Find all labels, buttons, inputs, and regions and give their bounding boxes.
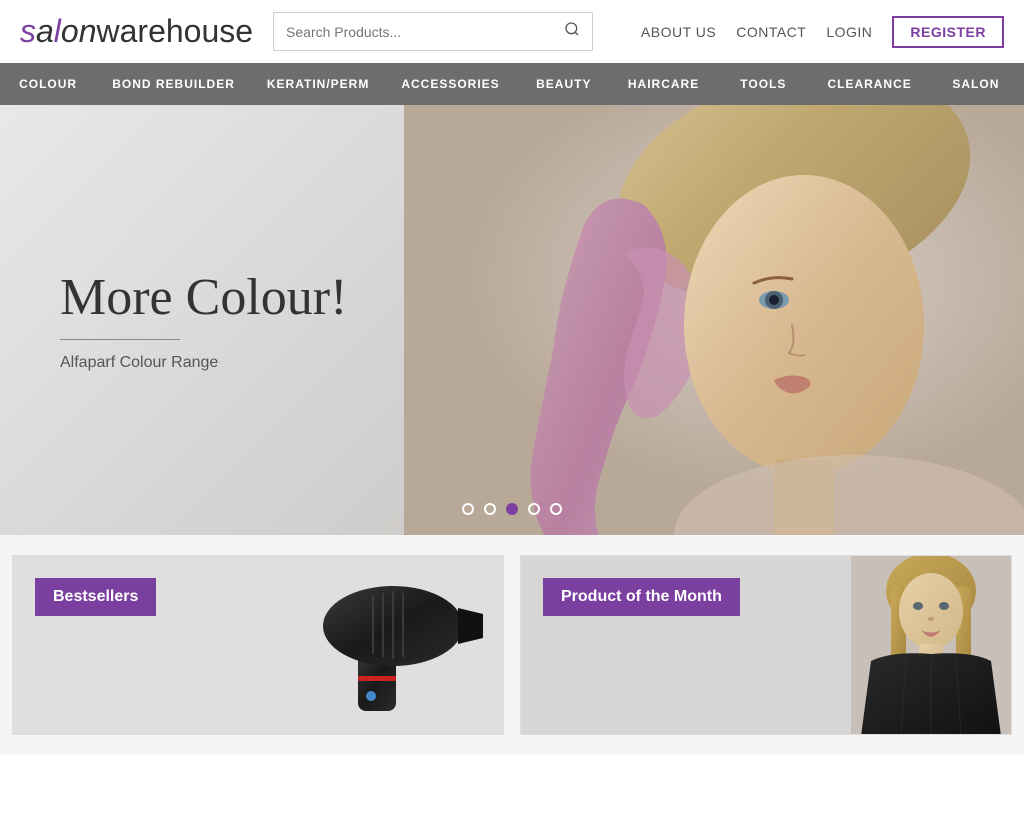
product-month-illustration	[851, 556, 1011, 735]
hero-illustration	[404, 105, 1024, 535]
search-icon	[564, 21, 580, 37]
nav-item-tools[interactable]: TOOLS	[715, 63, 811, 105]
dryer-illustration	[283, 566, 443, 706]
hero-subtitle: Alfaparf Colour Range	[60, 354, 347, 372]
logo-salon-text: salon	[20, 13, 97, 50]
search-input[interactable]	[274, 16, 552, 48]
nav-item-clearance[interactable]: CLEARANCE	[811, 63, 927, 105]
about-us-link[interactable]: ABOUT US	[641, 24, 716, 40]
nav-item-keratin-perm[interactable]: KERATIN/PERM	[251, 63, 385, 105]
register-button[interactable]: REGISTER	[892, 16, 1004, 48]
hero-background-image	[404, 105, 1024, 535]
woman-cape-svg	[851, 556, 1011, 735]
header-nav: ABOUT US CONTACT LOGIN REGISTER	[641, 16, 1004, 48]
header: salon warehouse ABOUT US CONTACT LOGIN R…	[0, 0, 1024, 63]
search-button[interactable]	[552, 13, 592, 50]
logo[interactable]: salon warehouse	[20, 13, 253, 50]
hero-divider	[60, 339, 180, 340]
slider-dot-3[interactable]	[528, 503, 540, 515]
main-navigation: COLOUR BOND REBUILDER KERATIN/PERM ACCES…	[0, 63, 1024, 105]
product-of-month-badge: Product of the Month	[543, 578, 740, 616]
nav-item-accessories[interactable]: ACCESSORIES	[385, 63, 515, 105]
hero-title: More Colour!	[60, 268, 347, 327]
bestsellers-card[interactable]: Bestsellers	[12, 555, 504, 735]
hero-banner: More Colour! Alfaparf Colour Range	[0, 105, 1024, 535]
slider-dot-4[interactable]	[550, 503, 562, 515]
hero-content: More Colour! Alfaparf Colour Range	[60, 268, 347, 372]
product-cards-section: Bestsellers	[0, 535, 1024, 755]
product-of-month-card[interactable]: Product of the Month	[520, 555, 1012, 735]
nav-item-salon[interactable]: SALON	[928, 63, 1024, 105]
slider-dots	[462, 503, 562, 515]
contact-link[interactable]: CONTACT	[736, 24, 806, 40]
login-link[interactable]: LOGIN	[826, 24, 872, 40]
hairdryer-svg	[283, 566, 483, 726]
search-bar	[273, 12, 593, 51]
slider-dot-1[interactable]	[484, 503, 496, 515]
nav-item-haircare[interactable]: HAIRCARE	[612, 63, 715, 105]
nav-item-bond-rebuilder[interactable]: BOND REBUILDER	[96, 63, 251, 105]
nav-item-beauty[interactable]: BEAUTY	[516, 63, 612, 105]
logo-warehouse-text: warehouse	[97, 13, 254, 50]
bestsellers-badge: Bestsellers	[35, 578, 156, 616]
slider-dot-0[interactable]	[462, 503, 474, 515]
nav-item-colour[interactable]: COLOUR	[0, 63, 96, 105]
slider-dot-2[interactable]	[506, 503, 518, 515]
